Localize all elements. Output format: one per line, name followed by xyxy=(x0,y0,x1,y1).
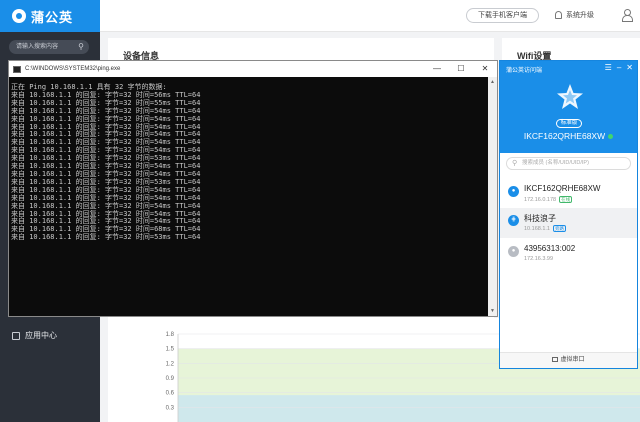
user-icon[interactable] xyxy=(622,9,633,22)
y-tick-label: 1.5 xyxy=(166,347,175,353)
sidebar-search-input[interactable]: 请输入搜索内容 ⚲ xyxy=(9,40,89,54)
member-search-input[interactable]: ⚲ 搜索成员 (名称/UID/UID/IP) xyxy=(506,157,631,170)
device-ip-text: 172.16.0.178 xyxy=(524,197,557,203)
bell-icon xyxy=(555,11,562,19)
cube-icon xyxy=(12,331,20,340)
search-icon[interactable]: ⚲ xyxy=(78,40,84,54)
console-output[interactable]: 正在 Ping 10.168.1.1 具有 32 字节的数据: 来自 10.168… xyxy=(9,77,489,316)
y-tick-label: 1.8 xyxy=(166,332,175,338)
online-status-dot xyxy=(608,134,614,139)
console-scrollbar[interactable]: ▲ ▼ xyxy=(488,77,497,316)
search-icon: ⚲ xyxy=(512,160,518,167)
access-header: 蒲公英访问端 ☰ – ✕ 标准版 IKCF162QRHE68XW xyxy=(500,61,637,153)
console-icon xyxy=(13,65,21,73)
download-client-button[interactable]: 下载手机客户端 xyxy=(466,8,539,23)
device-ip-text: 10.168.1.1 xyxy=(524,226,550,232)
scroll-up-icon[interactable]: ▲ xyxy=(490,79,495,85)
device-name: 43956313:002 xyxy=(524,244,576,253)
list-item[interactable]: ● IKCF162QRHE68XW 172.16.0.178 在线 xyxy=(500,179,637,209)
device-ip: 172.16.3.99 xyxy=(524,256,554,262)
edition-badge: 标准版 xyxy=(556,119,582,128)
area-series-1 xyxy=(178,395,640,422)
console-titlebar[interactable]: C:\WINDOWS\SYSTEM32\ping.exe xyxy=(9,61,497,77)
virtual-serial-label: 虚拟串口 xyxy=(560,357,585,363)
access-window-controls: ☰ – ✕ xyxy=(605,63,633,72)
star-logo-icon xyxy=(557,84,583,109)
close-button[interactable]: ✕ xyxy=(473,61,497,77)
online-tag: 在线 xyxy=(559,196,573,203)
brand-logo: 蒲公英 xyxy=(0,0,100,32)
member-search-placeholder: 搜索成员 (名称/UID/UID/IP) xyxy=(522,160,589,166)
device-name: IKCF162QRHE68XW xyxy=(524,184,601,193)
user-icon: ● xyxy=(508,186,519,197)
dandelion-icon xyxy=(12,9,26,23)
access-client-window[interactable]: 蒲公英访问端 ☰ – ✕ 标准版 IKCF162QRHE68XW ⚲ 搜索成员 … xyxy=(499,60,638,369)
access-title: 蒲公英访问端 xyxy=(506,68,543,74)
brand-name: 蒲公英 xyxy=(31,9,74,25)
system-upgrade-button[interactable]: 系统升级 xyxy=(555,10,594,20)
sidebar-item-label: 应用中心 xyxy=(25,331,57,340)
y-tick-label: 1.2 xyxy=(166,361,175,367)
list-item[interactable]: ⋕ 科技浪子 10.168.1.1 旁路 xyxy=(500,208,637,238)
device-ip: 10.168.1.1 旁路 xyxy=(524,225,566,232)
list-item[interactable]: ● 43956313:002 172.16.3.99 xyxy=(500,239,637,269)
y-tick-label: 0.6 xyxy=(166,391,175,397)
window-controls: — ☐ ✕ xyxy=(425,61,497,77)
maximize-button[interactable]: ☐ xyxy=(449,61,473,77)
device-ip: 172.16.0.178 在线 xyxy=(524,196,573,203)
device-name: 科技浪子 xyxy=(524,214,556,223)
network-icon: ⋕ xyxy=(508,215,519,226)
scroll-down-icon[interactable]: ▼ xyxy=(490,308,495,314)
console-title: C:\WINDOWS\SYSTEM32\ping.exe xyxy=(25,66,121,72)
virtual-serial-button[interactable]: 虚拟串口 xyxy=(500,352,637,368)
console-line: 来自 10.168.1.1 的回复: 字节=32 时间=53ms TTL=64 xyxy=(11,233,201,242)
top-bar: 下载手机客户端 系统升级 xyxy=(100,0,640,32)
close-button[interactable]: ✕ xyxy=(626,63,633,72)
minimize-button[interactable]: – xyxy=(617,63,621,72)
minimize-button[interactable]: — xyxy=(425,61,449,77)
serial-port-icon xyxy=(552,356,559,362)
search-placeholder: 请输入搜索内容 xyxy=(16,44,59,50)
sidebar-item-app-center[interactable]: 应用中心 xyxy=(12,330,57,341)
y-tick-label: 0.9 xyxy=(166,376,175,382)
menu-icon[interactable]: ☰ xyxy=(605,63,612,72)
bypass-tag: 旁路 xyxy=(553,225,566,232)
y-tick-label: 0.3 xyxy=(166,405,175,411)
device-id-text: IKCF162QRHE68XW xyxy=(523,131,606,141)
device-id: IKCF162QRHE68XW xyxy=(500,131,637,141)
ping-console-window[interactable]: C:\WINDOWS\SYSTEM32\ping.exe — ☐ ✕ 正在 Pi… xyxy=(8,60,498,317)
system-upgrade-label: 系统升级 xyxy=(566,12,594,19)
user-icon: ● xyxy=(508,246,519,257)
